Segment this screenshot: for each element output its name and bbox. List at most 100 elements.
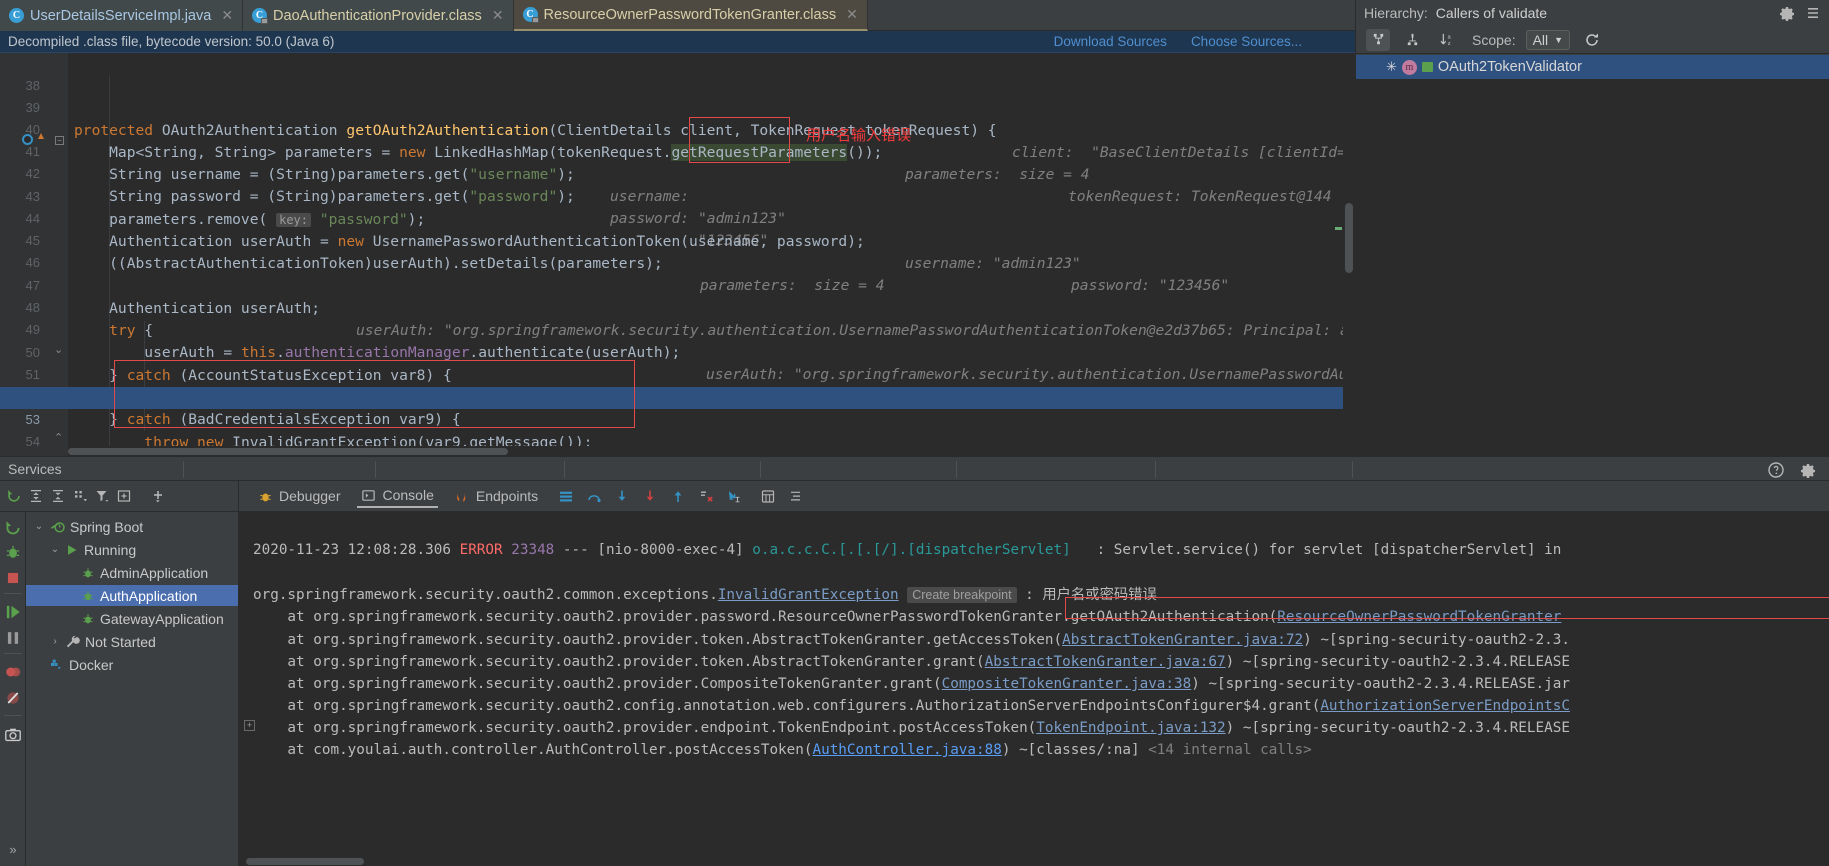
editor-vertical-scroll-thumb[interactable]: [1345, 203, 1353, 273]
code-line: 42 String password = (String)parameters.…: [0, 141, 1355, 249]
hierarchy-tree-row[interactable]: ✳ m OAuth2TokenValidator: [1356, 55, 1829, 79]
filter-icon[interactable]: [94, 488, 110, 504]
expand-all-icon[interactable]: [28, 488, 44, 504]
editor-horizontal-scroll-thumb[interactable]: [68, 448, 508, 455]
tree-node-docker[interactable]: Docker: [26, 654, 238, 675]
console-icon: [361, 487, 377, 503]
tab-debugger[interactable]: Debugger: [253, 485, 345, 507]
code-line: 40 Map<String, String> parameters = new …: [0, 97, 1355, 205]
gear-icon[interactable]: [1799, 461, 1817, 479]
console-text: at org.springframework.security.oauth2.p…: [253, 676, 942, 692]
divider: [760, 461, 761, 478]
close-icon[interactable]: ✕: [492, 7, 504, 24]
code-editor[interactable]: − ⌄ ⌃ ⌃ ⌃ 38 39 protected OAuth2Authenti…: [0, 53, 1355, 456]
divider: [4, 593, 22, 594]
callee-hierarchy-icon[interactable]: [1400, 29, 1424, 51]
rerun-icon[interactable]: [6, 488, 22, 504]
code-line: 54 }: [0, 409, 1355, 456]
choose-sources-link[interactable]: Choose Sources...: [1191, 34, 1302, 49]
editor-tab-bar: C UserDetailsServiceImpl.java ✕ C DaoAut…: [0, 0, 1355, 31]
step-into-icon[interactable]: [614, 488, 630, 504]
sort-alphabetically-icon[interactable]: az: [1434, 29, 1458, 51]
console-horizontal-scrollbar[interactable]: [238, 857, 1829, 866]
collapse-all-icon[interactable]: [50, 488, 66, 504]
hide-panel-icon[interactable]: [1804, 4, 1822, 22]
tree-node-admin-application[interactable]: AdminApplication: [26, 562, 238, 583]
hierarchy-title-label: Hierarchy:: [1364, 5, 1428, 21]
chevron-down-icon[interactable]: ⌄: [50, 544, 60, 555]
tree-node-spring-boot[interactable]: ⌄ Spring Boot: [26, 516, 238, 537]
tree-node-gateway-application[interactable]: GatewayApplication: [26, 608, 238, 629]
add-icon[interactable]: [150, 488, 166, 504]
scope-label: Scope:: [1472, 31, 1516, 48]
hierarchy-toolbar: az Scope: All ▼: [1356, 26, 1829, 54]
group-by-icon[interactable]: [72, 488, 88, 504]
add-tab-icon[interactable]: [116, 488, 132, 504]
tab-console[interactable]: Console: [356, 484, 438, 508]
pause-program-icon[interactable]: [3, 628, 23, 648]
run-to-cursor-icon[interactable]: [726, 488, 742, 504]
tree-node-label: GatewayApplication: [100, 610, 224, 627]
console-link[interactable]: AuthController.java:88: [812, 742, 1001, 758]
debug-icon[interactable]: [3, 542, 23, 562]
services-panel-title: Services: [8, 460, 62, 477]
layout-icon[interactable]: [558, 488, 574, 504]
resume-program-icon[interactable]: [3, 602, 23, 622]
console-horizontal-scroll-thumb[interactable]: [246, 858, 364, 865]
console-text: at org.springframework.security.oauth2.c…: [253, 698, 1321, 714]
code-line: 47 Authentication userAuth; userAuth: "o…: [0, 253, 1355, 339]
expand-stack-icon[interactable]: +: [244, 720, 255, 731]
console-output[interactable]: 2020-11-23 12:08:28.306 ERROR 23348 --- …: [238, 512, 1829, 866]
endpoints-icon: [454, 488, 470, 504]
console-link[interactable]: CompositeTokenGranter.java:38: [942, 676, 1192, 692]
scope-dropdown[interactable]: All ▼: [1525, 29, 1571, 50]
debug-action-strip: »: [0, 512, 26, 866]
chevron-right-icon[interactable]: ›: [50, 636, 60, 647]
gear-icon[interactable]: [1778, 4, 1796, 22]
rerun-icon[interactable]: [3, 518, 23, 538]
step-out-icon[interactable]: [670, 488, 686, 504]
drop-frame-icon[interactable]: [698, 488, 714, 504]
tree-node-auth-application[interactable]: AuthApplication: [26, 585, 238, 606]
close-icon[interactable]: ✕: [221, 7, 233, 24]
step-over-icon[interactable]: [586, 488, 602, 504]
help-icon[interactable]: [1767, 461, 1785, 479]
console-link[interactable]: TokenEndpoint.java:132: [1036, 720, 1225, 736]
screenshot-icon[interactable]: [3, 725, 23, 745]
editor-tab-0[interactable]: C UserDetailsServiceImpl.java ✕: [0, 0, 244, 31]
download-sources-link[interactable]: Download Sources: [1054, 34, 1167, 49]
editor-change-marker: [1335, 227, 1342, 230]
tab-endpoints[interactable]: Endpoints: [450, 485, 542, 507]
chevron-down-icon[interactable]: ⌄: [34, 521, 44, 532]
close-icon[interactable]: ✕: [846, 6, 858, 23]
code-line: 44 Authentication userAuth = new Usernam…: [0, 186, 1355, 294]
editor-vertical-scrollbar[interactable]: [1343, 53, 1355, 456]
tab-debugger-label: Debugger: [279, 488, 341, 504]
tree-node-running[interactable]: ⌄ Running: [26, 539, 238, 560]
expand-more-icon[interactable]: »: [3, 839, 23, 859]
console-link[interactable]: AuthorizationServerEndpointsC: [1320, 698, 1570, 714]
console-link[interactable]: InvalidGrantException: [718, 587, 899, 603]
console-link[interactable]: AbstractTokenGranter.java:72: [1062, 632, 1303, 648]
console-text: ) ~[spring-security-oauth2-2.3.: [1303, 632, 1570, 648]
mute-breakpoints-icon[interactable]: [3, 688, 23, 708]
services-tree[interactable]: ⌄ Spring Boot ⌄ Running AdminApplication…: [26, 512, 238, 866]
view-breakpoints-icon[interactable]: [3, 662, 23, 682]
settings-list-icon[interactable]: [788, 488, 804, 504]
call-hierarchy-icon[interactable]: [1366, 28, 1390, 51]
console-link[interactable]: AbstractTokenGranter.java:67: [985, 654, 1226, 670]
public-access-icon: [1421, 62, 1433, 72]
evaluate-expression-icon[interactable]: [760, 488, 776, 504]
editor-tab-2[interactable]: C ResourceOwnerPasswordTokenGranter.clas…: [513, 0, 868, 31]
editor-horizontal-scrollbar[interactable]: [68, 446, 1343, 456]
hierarchy-tree[interactable]: ✳ m OAuth2TokenValidator: [1356, 55, 1829, 456]
refresh-icon[interactable]: [1580, 29, 1604, 51]
console-text: : Servlet.service() for servlet [dispatc…: [1070, 542, 1562, 558]
annotation-label-username-error: 用户名输入错误: [806, 126, 912, 144]
tree-node-not-started[interactable]: › Not Started: [26, 631, 238, 652]
force-step-into-icon[interactable]: [642, 488, 658, 504]
create-breakpoint-chip[interactable]: Create breakpoint: [907, 587, 1017, 603]
code-line-current: 53 throw new InvalidGrantException(var9.…: [0, 387, 1355, 451]
stop-icon[interactable]: [3, 568, 23, 588]
editor-tab-1[interactable]: C DaoAuthenticationProvider.class ✕: [243, 0, 514, 31]
